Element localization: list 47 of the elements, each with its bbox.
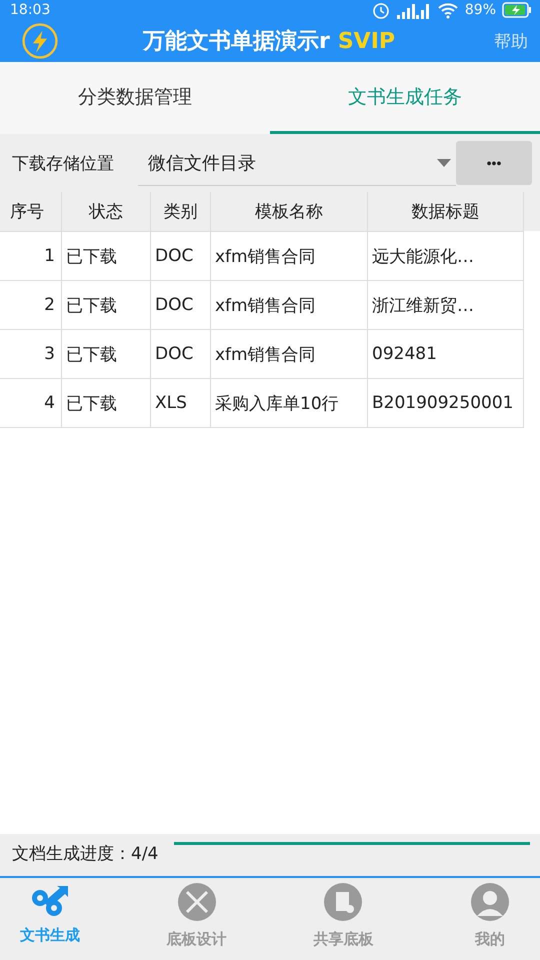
tab[interactable]: 分类数据管理	[0, 62, 270, 134]
table-cell: 采购入库单10行	[211, 379, 368, 428]
table-cell: 1	[0, 232, 62, 281]
table-cell: DOC	[151, 330, 211, 379]
table-cell: xfm销售合同	[211, 281, 368, 330]
table-cell: 092481	[368, 330, 524, 379]
table-cell: 3	[0, 330, 62, 379]
document-share-icon	[323, 882, 364, 922]
column-header: 模板名称	[211, 192, 368, 232]
nav-tab[interactable]: 底板设计	[146, 878, 247, 960]
table-cell: 4	[0, 379, 62, 428]
table-cell: 浙江维新贸…	[368, 281, 524, 330]
vip-label: SVIP	[338, 28, 396, 54]
table-cell: B201909250001	[368, 379, 524, 428]
table-cell: xfm销售合同	[211, 330, 368, 379]
column-header: 状态	[62, 192, 151, 232]
table-cell: 2	[0, 281, 62, 330]
table-cell: DOC	[151, 232, 211, 281]
table-cell: XLS	[151, 379, 211, 428]
column-header: 数据标题	[368, 192, 524, 232]
caret-icon	[436, 158, 452, 168]
more-button[interactable]: •••	[456, 141, 532, 185]
lightning-logo-icon[interactable]	[22, 23, 58, 59]
table-cell: 已下载	[62, 330, 151, 379]
table-cell: DOC	[151, 281, 211, 330]
table-cell: 远大能源化…	[368, 232, 524, 281]
progress-label: 文档生成进度：4/4	[12, 843, 158, 865]
alarm-icon	[370, 0, 391, 20]
column-header: 类别	[151, 192, 211, 232]
table-cell: 已下载	[62, 379, 151, 428]
battery-percent: 89%	[464, 2, 496, 18]
avatar-icon	[470, 882, 510, 922]
column-header: 序号	[0, 192, 62, 232]
nav-tab[interactable]: 文书生成	[0, 878, 100, 960]
status-time: 18:03	[10, 2, 50, 18]
nav-tab[interactable]: 共享底板	[293, 878, 394, 960]
battery-icon	[502, 2, 532, 18]
table-cell: 已下载	[62, 281, 151, 330]
wifi-icon	[436, 1, 459, 19]
storage-label: 下载存储位置	[12, 152, 114, 174]
help-button[interactable]: 帮助	[494, 30, 528, 52]
table-cell: xfm销售合同	[211, 232, 368, 281]
nav-tab[interactable]: 我的	[440, 878, 540, 960]
location-dropdown[interactable]: 微信文件目录	[138, 140, 456, 186]
table-cell: 已下载	[62, 232, 151, 281]
app-title: 万能文书单据演示r	[142, 28, 330, 56]
signal-icon	[396, 1, 431, 19]
